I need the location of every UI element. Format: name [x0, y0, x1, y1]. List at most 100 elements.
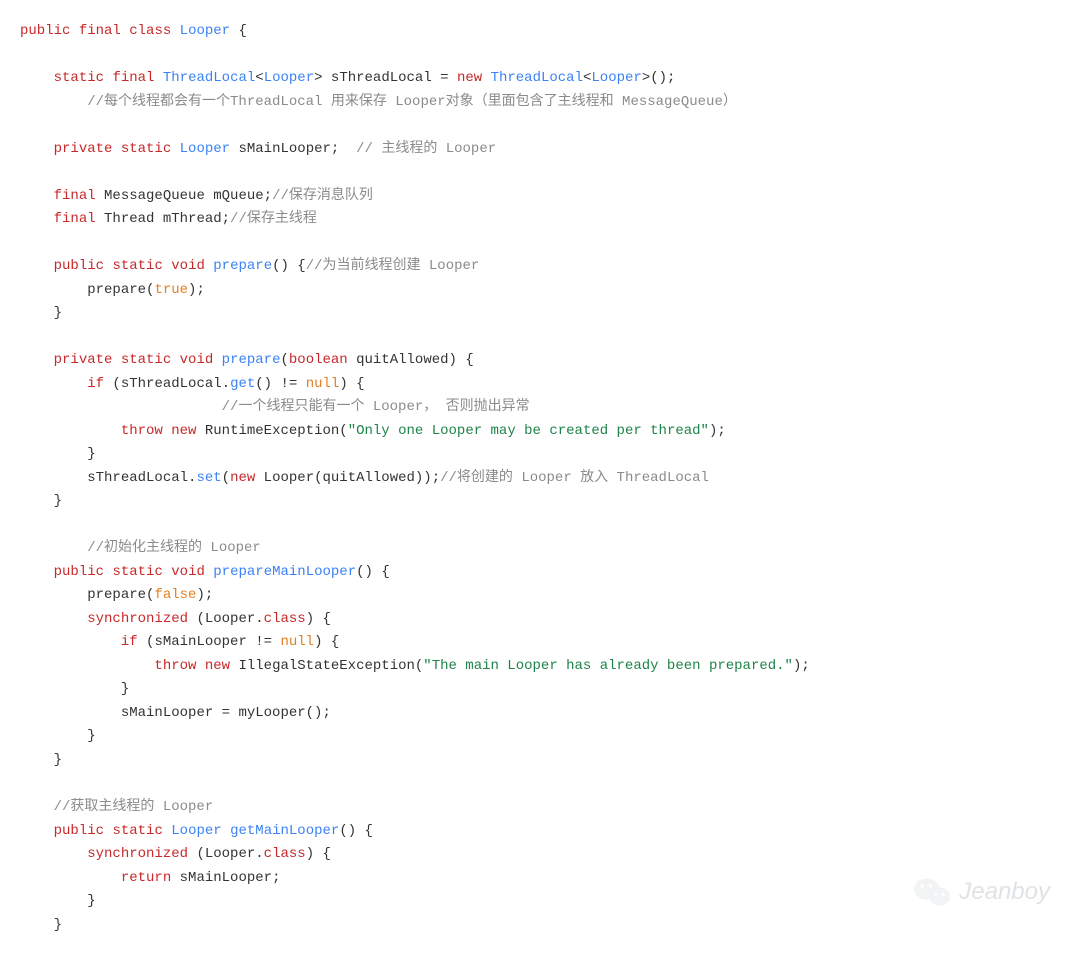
- kw: synchronized: [87, 611, 188, 627]
- kw: boolean: [289, 352, 348, 368]
- txt: }: [54, 917, 62, 933]
- comment: //每个线程都会有一个ThreadLocal 用来保存 Looper对象（里面包…: [87, 94, 737, 110]
- txt: {: [230, 23, 247, 39]
- kw: new: [171, 423, 196, 439]
- kw: private: [54, 352, 113, 368]
- txt: (sThreadLocal.: [104, 376, 230, 392]
- comment: //保存主线程: [230, 211, 317, 227]
- txt: (Looper.: [188, 846, 264, 862]
- txt: (Looper.: [188, 611, 264, 627]
- txt: () {: [356, 564, 390, 580]
- lit: false: [154, 587, 196, 603]
- txt: quitAllowed) {: [348, 352, 474, 368]
- kw: static: [54, 70, 104, 86]
- kw: static: [121, 141, 171, 157]
- txt: }: [54, 752, 62, 768]
- txt: ) {: [306, 611, 331, 627]
- type: Looper: [264, 70, 314, 86]
- kw: static: [121, 352, 171, 368]
- type: Looper: [591, 70, 641, 86]
- kw: static: [112, 823, 162, 839]
- txt: (sMainLooper !=: [138, 634, 281, 650]
- kw: throw: [154, 658, 196, 674]
- type: Looper: [180, 141, 230, 157]
- kw: void: [171, 258, 205, 274]
- txt: ) {: [306, 846, 331, 862]
- type: Looper: [180, 23, 230, 39]
- method: set: [196, 470, 221, 486]
- kw: final: [54, 211, 96, 227]
- txt: >();: [642, 70, 676, 86]
- str: "Only one Looper may be created per thre…: [348, 423, 709, 439]
- txt: MessageQueue mQueue;: [96, 188, 272, 204]
- kw: class: [264, 611, 306, 627]
- kw: new: [457, 70, 482, 86]
- comment: //将创建的 Looper 放入 ThreadLocal: [440, 470, 709, 486]
- txt: sMainLooper;: [171, 870, 280, 886]
- kw: void: [180, 352, 214, 368]
- type: Looper: [171, 823, 221, 839]
- txt: );: [793, 658, 810, 674]
- txt: prepare(: [87, 282, 154, 298]
- comment: //为当前线程创建 Looper: [306, 258, 480, 274]
- method: get: [230, 376, 255, 392]
- lit: null: [280, 634, 314, 650]
- method: prepareMainLooper: [213, 564, 356, 580]
- lit: null: [306, 376, 340, 392]
- txt: }: [121, 681, 129, 697]
- kw: static: [112, 564, 162, 580]
- txt: );: [196, 587, 213, 603]
- code-block: public final class Looper { static final…: [20, 20, 1060, 937]
- kw: public: [54, 823, 104, 839]
- txt: sMainLooper;: [230, 141, 356, 157]
- txt: );: [188, 282, 205, 298]
- method: prepare: [222, 352, 281, 368]
- txt: sMainLooper = myLooper();: [121, 705, 331, 721]
- kw: class: [264, 846, 306, 862]
- kw: public: [54, 258, 104, 274]
- kw: if: [87, 376, 104, 392]
- kw: void: [171, 564, 205, 580]
- txt: }: [54, 493, 62, 509]
- txt: () {: [339, 823, 373, 839]
- txt: () {: [272, 258, 306, 274]
- txt: > sThreadLocal =: [314, 70, 457, 86]
- txt: }: [87, 728, 95, 744]
- type: ThreadLocal: [163, 70, 255, 86]
- txt: Looper(quitAllowed));: [255, 470, 440, 486]
- lit: true: [154, 282, 188, 298]
- kw: final: [112, 70, 154, 86]
- txt: }: [54, 305, 62, 321]
- txt: (: [222, 470, 230, 486]
- str: "The main Looper has already been prepar…: [423, 658, 793, 674]
- txt: (: [280, 352, 288, 368]
- txt: () !=: [255, 376, 305, 392]
- method: getMainLooper: [230, 823, 339, 839]
- kw: private: [54, 141, 113, 157]
- comment: // 主线程的 Looper: [356, 141, 496, 157]
- kw: final: [79, 23, 121, 39]
- type: ThreadLocal: [491, 70, 583, 86]
- comment: //一个线程只能有一个 Looper， 否则抛出异常: [222, 399, 530, 415]
- txt: prepare(: [87, 587, 154, 603]
- kw: new: [205, 658, 230, 674]
- kw: static: [112, 258, 162, 274]
- kw: synchronized: [87, 846, 188, 862]
- method: prepare: [213, 258, 272, 274]
- comment: //保存消息队列: [272, 188, 373, 204]
- txt: }: [87, 446, 95, 462]
- kw: final: [54, 188, 96, 204]
- kw: class: [129, 23, 171, 39]
- txt: <: [255, 70, 263, 86]
- kw: if: [121, 634, 138, 650]
- kw: public: [54, 564, 104, 580]
- comment: //获取主线程的 Looper: [54, 799, 214, 815]
- txt: );: [709, 423, 726, 439]
- txt: IllegalStateException(: [230, 658, 423, 674]
- txt: Thread mThread;: [96, 211, 230, 227]
- kw: throw: [121, 423, 163, 439]
- txt: sThreadLocal.: [87, 470, 196, 486]
- kw: return: [121, 870, 171, 886]
- kw: public: [20, 23, 70, 39]
- kw: new: [230, 470, 255, 486]
